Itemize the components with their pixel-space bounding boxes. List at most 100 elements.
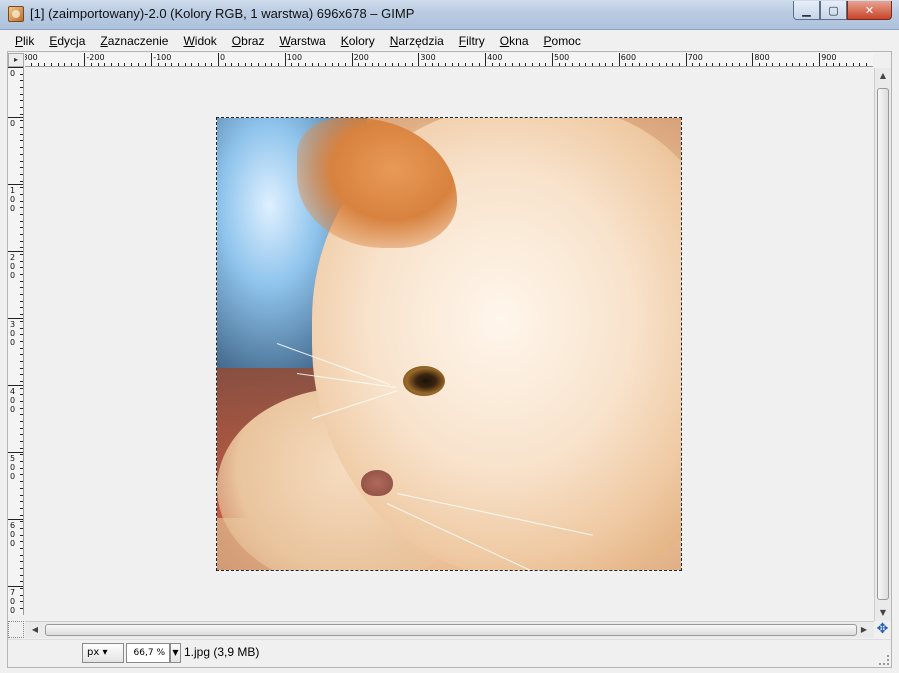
ruler-minor-tick <box>632 63 634 66</box>
ruler-minor-tick <box>20 481 23 483</box>
ruler-minor-tick <box>20 447 23 449</box>
ruler-minor-tick <box>20 347 23 349</box>
ruler-minor-tick <box>338 63 340 66</box>
ruler-minor-tick <box>805 63 807 66</box>
ruler-minor-tick <box>324 63 326 66</box>
ruler-minor-tick <box>785 63 787 66</box>
ruler-minor-tick <box>184 63 186 66</box>
ruler-minor-tick <box>819 63 821 66</box>
ruler-minor-tick <box>20 287 23 289</box>
ruler-minor-tick <box>84 63 86 66</box>
ruler-minor-tick <box>779 63 781 66</box>
ruler-minor-tick <box>20 547 23 549</box>
ruler-minor-tick <box>719 63 720 66</box>
resize-grip-icon[interactable] <box>879 655 889 665</box>
quick-mask-ruler-corner[interactable]: ▸ <box>8 53 24 67</box>
menu-item-edycja[interactable]: Edycja <box>41 31 92 51</box>
ruler-minor-tick <box>20 73 23 75</box>
canvas-area[interactable] <box>25 68 873 621</box>
ruler-minor-tick <box>859 63 861 66</box>
menu-bar: Plik Edycja Zaznaczenie Widok Obraz Warstwa Ko… <box>7 31 892 51</box>
ruler-minor-tick <box>451 63 453 66</box>
ruler-minor-tick <box>20 561 23 563</box>
ruler-minor-tick <box>565 63 567 66</box>
ruler-label: 200 <box>353 53 369 62</box>
scroll-up-arrow-icon[interactable]: ▲ <box>875 68 891 84</box>
ruler-minor-tick <box>505 63 507 66</box>
ruler-minor-tick <box>20 554 23 556</box>
ruler-minor-tick <box>20 187 23 189</box>
navigate-icon[interactable]: ✥ <box>874 621 891 638</box>
ruler-minor-tick <box>20 167 23 169</box>
ruler-minor-tick <box>471 63 473 66</box>
ruler-major-tick <box>8 385 23 386</box>
menu-item-widok[interactable]: Widok <box>175 31 223 51</box>
ruler-minor-tick <box>151 63 153 66</box>
close-button[interactable]: ✕ <box>847 1 892 20</box>
vertical-scrollbar[interactable]: ▲ ▼ <box>874 68 891 621</box>
horizontal-scrollbar[interactable]: ◀ ▶ <box>25 621 874 638</box>
unit-select[interactable]: px ▾ <box>82 643 124 663</box>
ruler-minor-tick <box>20 608 23 610</box>
ruler-minor-tick <box>20 421 23 423</box>
menu-item-plik[interactable]: Plik <box>7 31 41 51</box>
horizontal-scroll-thumb[interactable] <box>45 624 857 636</box>
gimp-app-icon[interactable] <box>8 6 24 22</box>
menu-item-filtry[interactable]: Filtry <box>451 31 492 51</box>
zoom-dropdown-icon[interactable]: ▼ <box>170 643 181 663</box>
ruler-minor-tick <box>431 63 433 66</box>
ruler-minor-tick <box>91 63 93 66</box>
ruler-minor-tick <box>411 63 413 66</box>
maximize-button[interactable]: ▢ <box>820 1 847 20</box>
ruler-minor-tick <box>20 207 23 209</box>
ruler-minor-tick <box>364 63 366 66</box>
ruler-minor-tick <box>20 93 23 95</box>
ruler-minor-tick <box>525 63 527 66</box>
vertical-scroll-thumb[interactable] <box>877 88 889 600</box>
scroll-right-arrow-icon[interactable]: ▶ <box>856 622 872 638</box>
horizontal-ruler[interactable]: -300 -200 -100 0 100 200 300 400 500 600 700 800 900 <box>25 53 873 67</box>
menu-item-pomoc[interactable]: Pomoc <box>536 31 588 51</box>
ruler-minor-tick <box>518 63 520 66</box>
ruler-minor-tick <box>692 63 694 66</box>
ruler-minor-tick <box>20 541 23 543</box>
status-bar: px ▾ 66,7 % ▼ 1.jpg (3,9 MB) <box>8 639 891 667</box>
ruler-minor-tick <box>291 63 293 66</box>
vertical-ruler[interactable]: 0 0 100 200 300 400 500 600 700 <box>8 67 24 615</box>
ruler-minor-tick <box>271 63 273 66</box>
ruler-minor-tick <box>558 63 560 66</box>
ruler-minor-tick <box>204 63 206 66</box>
menu-item-narzędzia[interactable]: Narzędzia <box>382 31 451 51</box>
ruler-minor-tick <box>20 234 23 235</box>
ruler-minor-tick <box>20 474 23 476</box>
ruler-minor-tick <box>258 63 260 66</box>
ruler-label: 400 <box>487 53 503 62</box>
menu-item-warstwa[interactable]: Warstwa <box>271 31 332 51</box>
ruler-minor-tick <box>231 63 233 66</box>
ruler-minor-tick <box>251 63 253 66</box>
ruler-minor-tick <box>20 394 23 396</box>
ruler-minor-tick <box>20 407 23 409</box>
menu-item-zaznaczenie[interactable]: Zaznaczenie <box>92 31 175 51</box>
scroll-left-arrow-icon[interactable]: ◀ <box>27 622 43 638</box>
menu-item-okna[interactable]: Okna <box>492 31 536 51</box>
ruler-minor-tick <box>531 63 533 66</box>
ruler-label: 600 <box>620 53 637 62</box>
ruler-minor-tick <box>157 63 159 66</box>
ruler-label: 700 <box>10 588 16 615</box>
ruler-minor-tick <box>20 267 23 269</box>
quick-mask-toggle[interactable] <box>8 621 24 638</box>
scroll-down-arrow-icon[interactable]: ▼ <box>875 605 891 621</box>
ruler-minor-tick <box>20 153 23 155</box>
menu-item-obraz[interactable]: Obraz <box>224 31 272 51</box>
ruler-minor-tick <box>264 63 266 66</box>
image-canvas[interactable] <box>216 117 682 571</box>
zoom-input[interactable]: 66,7 % <box>126 643 170 663</box>
menu-item-kolory[interactable]: Kolory <box>333 31 382 51</box>
image-cat-nose <box>361 470 393 496</box>
ruler-minor-tick <box>20 574 23 576</box>
file-info: 1.jpg (3,9 MB) <box>184 645 260 659</box>
minimize-button[interactable]: ▁ <box>793 1 820 20</box>
ruler-major-tick <box>8 251 23 252</box>
ruler-minor-tick <box>20 193 23 195</box>
